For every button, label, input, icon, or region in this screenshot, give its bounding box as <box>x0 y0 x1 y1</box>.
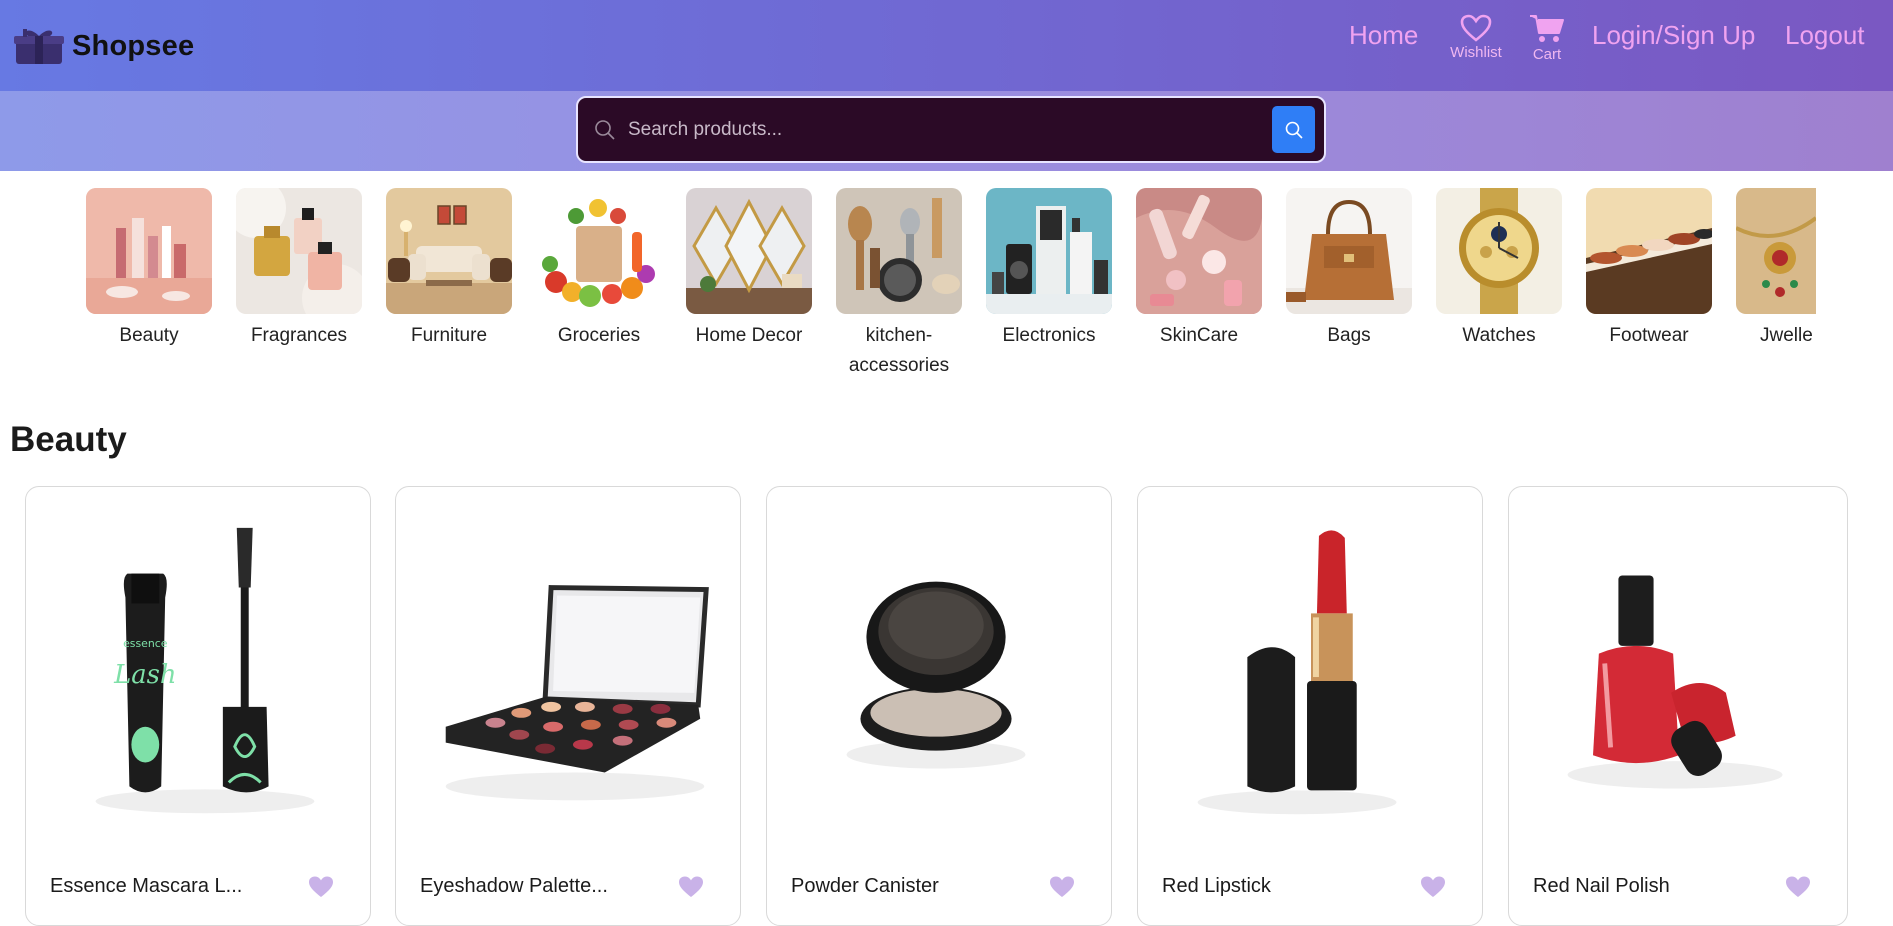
svg-text:essence: essence <box>123 637 168 650</box>
category-label: Fragrances <box>250 325 348 346</box>
handbag-image <box>1286 188 1412 314</box>
category-electronics[interactable]: Electronics <box>986 188 1112 351</box>
skincare-image <box>1136 188 1262 314</box>
heart-icon[interactable] <box>678 875 704 899</box>
mascara-image: essence Lash <box>95 527 315 814</box>
brand-name: Shopsee <box>72 29 195 62</box>
mirror-decor-image <box>686 188 812 314</box>
category-label: Home Decor <box>695 325 803 346</box>
section-title: Beauty <box>10 420 127 459</box>
category-label: SkinCare <box>1159 325 1239 346</box>
shopping-cart-icon <box>1530 15 1564 42</box>
category-home-decor[interactable]: Home Decor <box>686 188 812 351</box>
category-furniture[interactable]: Furniture <box>386 188 512 351</box>
category-kitchen-accessories[interactable]: kitchen-accessories <box>836 188 962 381</box>
nav-home-link[interactable]: Home <box>1349 20 1418 51</box>
product-name: Red Lipstick <box>1162 875 1271 897</box>
category-label: Groceries <box>557 325 641 346</box>
nav-logout-link[interactable]: Logout <box>1785 20 1865 51</box>
product-card[interactable]: essence Lash Essence Mascara L... <box>25 486 371 926</box>
search-input[interactable] <box>628 112 1228 148</box>
beauty-products-image <box>86 188 212 314</box>
category-fragrances[interactable]: Fragrances <box>236 188 362 351</box>
jewellery-image <box>1736 188 1816 314</box>
heart-icon[interactable] <box>1049 875 1075 899</box>
product-card[interactable]: Red Lipstick <box>1137 486 1483 926</box>
category-strip: Beauty Fragrances Furniture Groceries Ho… <box>86 188 1816 388</box>
nav-wishlist-link[interactable]: Wishlist <box>1448 14 1504 61</box>
category-groceries[interactable]: Groceries <box>536 188 662 351</box>
electronics-image <box>986 188 1112 314</box>
heart-icon[interactable] <box>308 875 334 899</box>
grocery-bag-image <box>536 188 662 314</box>
category-skincare[interactable]: SkinCare <box>1136 188 1262 351</box>
category-beauty[interactable]: Beauty <box>86 188 212 351</box>
perfume-image <box>236 188 362 314</box>
product-card[interactable]: Red Nail Polish <box>1508 486 1848 926</box>
watch-image <box>1436 188 1562 314</box>
gift-box-icon <box>14 29 64 64</box>
nav-login-signup-link[interactable]: Login/Sign Up <box>1592 20 1755 51</box>
product-name: Red Nail Polish <box>1533 875 1670 897</box>
shoes-image <box>1586 188 1712 314</box>
product-name: Powder Canister <box>791 875 939 897</box>
product-name: Essence Mascara L... <box>50 875 243 897</box>
nav-cart-link[interactable]: Cart <box>1527 14 1567 63</box>
category-label: Furniture <box>410 325 488 346</box>
product-card[interactable]: Powder Canister <box>766 486 1112 926</box>
svg-text:Lash: Lash <box>113 660 176 690</box>
eyeshadow-palette-image <box>445 585 709 801</box>
category-label: Watches <box>1462 325 1536 346</box>
product-name: Eyeshadow Palette... <box>420 875 608 897</box>
product-card[interactable]: Eyeshadow Palette... <box>395 486 741 926</box>
search-button[interactable] <box>1272 106 1315 153</box>
category-label: kitchen-accessories <box>848 325 950 376</box>
wishlist-label: Wishlist <box>1450 44 1502 61</box>
category-label: Footwear <box>1609 325 1689 346</box>
lipstick-image <box>1197 530 1397 815</box>
category-label: Bags <box>1327 325 1371 346</box>
nail-polish-image <box>1567 575 1783 789</box>
heart-icon[interactable] <box>1420 875 1446 899</box>
cart-label: Cart <box>1532 46 1562 63</box>
category-label: Electronics <box>1002 325 1096 346</box>
category-footwear[interactable]: Footwear <box>1586 188 1712 351</box>
heart-outline-icon <box>1460 14 1492 42</box>
search-icon <box>595 120 615 140</box>
search-icon <box>1285 121 1303 139</box>
category-bags[interactable]: Bags <box>1286 188 1412 351</box>
search-bar <box>576 96 1326 163</box>
powder-canister-image <box>846 581 1026 769</box>
kitchen-tools-image <box>836 188 962 314</box>
category-jewellery[interactable]: Jwelle <box>1736 188 1816 351</box>
heart-icon[interactable] <box>1785 875 1811 899</box>
sofa-image <box>386 188 512 314</box>
category-label: Beauty <box>119 325 179 346</box>
category-watches[interactable]: Watches <box>1436 188 1562 351</box>
category-label: Jwelle <box>1760 325 1813 346</box>
top-navbar: Shopsee Home Wishlist Cart Login/Sign Up… <box>0 0 1893 91</box>
brand-logo[interactable]: Shopsee <box>14 26 194 66</box>
